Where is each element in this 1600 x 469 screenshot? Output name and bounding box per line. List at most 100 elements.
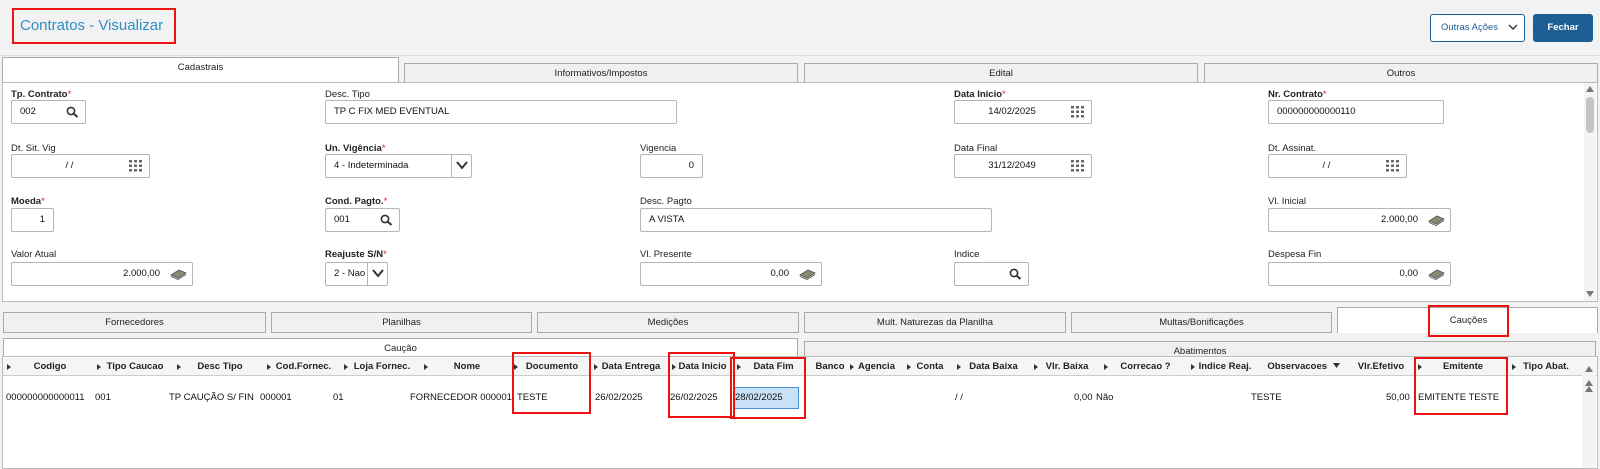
col-data-baixa[interactable]: Data Baixa [955, 358, 1032, 376]
col-tipo-caucao[interactable]: Tipo Caucao [95, 358, 175, 376]
col-banco[interactable]: Banco [812, 358, 848, 376]
calendar-icon[interactable] [1071, 106, 1084, 118]
data-inicio-input[interactable]: 14/02/2025 [954, 100, 1092, 124]
despesa-fin-input[interactable]: 0,00 [1268, 262, 1451, 286]
scroll-down-icon[interactable] [1586, 291, 1594, 297]
tab-planilhas[interactable]: Planilhas [271, 312, 532, 333]
un-vigencia-value: 4 - Indeterminada [334, 160, 409, 171]
tab-edital[interactable]: Edital [804, 63, 1198, 84]
col-loja-fornec[interactable]: Loja Fornec. [342, 358, 422, 376]
col-correcao[interactable]: Correcao ? [1102, 358, 1189, 376]
reajuste-dropdown[interactable] [367, 263, 387, 285]
outras-acoes-label: Outras Ações [1441, 22, 1499, 33]
tp-contrato-input[interactable]: 002 [11, 100, 86, 124]
col-nome[interactable]: Nome [422, 358, 512, 376]
cell-correcao[interactable]: Não [1096, 392, 1113, 403]
desc-tipo-input[interactable]: TP C FIX MED EVENTUAL [325, 100, 677, 124]
form-scrollbar[interactable] [1584, 83, 1596, 301]
tab-caucoes-label: Cauções [1428, 305, 1509, 337]
despesa-fin-label: Despesa Fin [1268, 249, 1322, 260]
dt-assinat-input[interactable]: / / [1268, 154, 1407, 178]
vl-inicial-input[interactable]: 2.000,00 [1268, 208, 1451, 232]
reajuste-select[interactable]: 2 - Nao [325, 262, 388, 286]
moeda-input[interactable]: 1 [11, 208, 54, 232]
calendar-icon[interactable] [129, 160, 142, 172]
cell-data-baixa[interactable]: / / [955, 392, 963, 403]
money-icon[interactable] [1428, 268, 1445, 280]
cond-pagto-value: 001 [334, 214, 350, 225]
scroll-up-icon[interactable] [1585, 386, 1593, 392]
tab-multas-bonificacoes[interactable]: Multas/Bonificações [1071, 312, 1332, 333]
col-arrow-icon [1191, 364, 1195, 370]
reajuste-label: Reajuste S/N* [325, 249, 387, 260]
cell-loja-fornec[interactable]: 01 [333, 392, 344, 403]
vigencia-input[interactable]: 0 [640, 154, 703, 178]
scroll-up-icon[interactable] [1586, 86, 1594, 92]
col-indice-reaj[interactable]: Indice Reaj. [1189, 358, 1261, 376]
grid-scrollbar[interactable] [1582, 363, 1596, 468]
money-icon[interactable] [799, 268, 816, 280]
valor-atual-input[interactable]: 2.000,00 [11, 262, 193, 286]
col-vlr-baixa[interactable]: Vlr. Baixa [1032, 358, 1102, 376]
tab-outros[interactable]: Outros [1204, 63, 1598, 84]
money-icon[interactable] [170, 268, 187, 280]
un-vigencia-dropdown[interactable] [451, 155, 471, 177]
col-observacoes[interactable]: Observacoes [1261, 358, 1346, 376]
search-icon[interactable] [66, 106, 79, 118]
money-icon[interactable] [1428, 214, 1445, 226]
cell-vlr-efetivo[interactable]: 50,00 [1386, 392, 1410, 403]
col-arrow-icon [344, 364, 348, 370]
cell-vlr-baixa[interactable]: 0,00 [1074, 392, 1093, 403]
cell-nome[interactable]: FORNECEDOR 000001 [410, 392, 512, 403]
calendar-icon[interactable] [1386, 160, 1399, 172]
tab-mult-naturezas[interactable]: Mult. Naturezas da Planilha [804, 312, 1066, 333]
col-data-entrega[interactable]: Data Entrega [592, 358, 670, 376]
cell-codigo[interactable]: 000000000000011 [6, 392, 85, 403]
search-icon[interactable] [1009, 268, 1022, 280]
indice-input[interactable] [954, 262, 1029, 286]
col-arrow-icon [267, 364, 271, 370]
page-title: Contratos - Visualizar [12, 8, 176, 44]
tab-cadastrais[interactable]: Cadastrais [2, 57, 399, 83]
outras-acoes-button[interactable]: Outras Ações [1430, 14, 1525, 42]
tab-informativos-impostos[interactable]: Informativos/Impostos [404, 63, 798, 84]
cond-pagto-input[interactable]: 001 [325, 208, 400, 232]
cell-observacoes[interactable]: TESTE [1251, 392, 1282, 403]
tab-caucoes[interactable]: Cauções [1337, 305, 1598, 337]
dt-sit-vig-input[interactable]: / / [11, 154, 150, 178]
cell-tipo-caucao[interactable]: 001 [95, 392, 111, 403]
cell-cod-fornec[interactable]: 000001 [260, 392, 292, 403]
vl-presente-input[interactable]: 0,00 [640, 262, 822, 286]
col-agencia[interactable]: Agencia [848, 358, 905, 376]
nr-contrato-input[interactable]: 000000000000110 [1268, 100, 1444, 124]
fechar-button[interactable]: Fechar [1533, 14, 1593, 42]
tp-contrato-label: Tp. Contrato* [11, 89, 72, 100]
desc-pagto-input[interactable]: A VISTA [640, 208, 992, 232]
col-arrow-icon [97, 364, 101, 370]
scrollbar-thumb[interactable] [1586, 97, 1594, 133]
un-vigencia-label: Un. Vigência* [325, 143, 386, 154]
tab-fornecedores[interactable]: Fornecedores [3, 312, 266, 333]
valor-atual-value: 2.000,00 [123, 268, 160, 279]
search-icon[interactable] [380, 214, 393, 226]
cell-desc-tipo[interactable]: TP CAUÇÃO S/ FIN [169, 392, 254, 403]
col-tipo-abat[interactable]: Tipo Abat. [1510, 358, 1582, 376]
col-cod-fornec[interactable]: Cod.Fornec. [265, 358, 342, 376]
col-conta[interactable]: Conta [905, 358, 955, 376]
scroll-up-icon[interactable] [1585, 366, 1593, 372]
desc-tipo-label: Desc. Tipo [325, 89, 370, 100]
cell-data-entrega[interactable]: 26/02/2025 [595, 392, 643, 403]
data-final-input[interactable]: 31/12/2049 [954, 154, 1092, 178]
chevron-down-icon [372, 269, 384, 278]
dt-assinat-value: / / [1322, 160, 1331, 171]
col-vlr-efetivo[interactable]: Vlr.Efetivo [1346, 358, 1416, 376]
calendar-icon[interactable] [1071, 160, 1084, 172]
un-vigencia-select[interactable]: 4 - Indeterminada [325, 154, 472, 178]
col-arrow-icon [1104, 364, 1108, 370]
col-arrow-icon [594, 364, 598, 370]
col-codigo[interactable]: Codigo [5, 358, 95, 376]
col-arrow-icon [7, 364, 11, 370]
col-desc-tipo[interactable]: Desc Tipo [175, 358, 265, 376]
tab-medicoes[interactable]: Medições [537, 312, 799, 333]
sort-desc-icon[interactable] [1332, 363, 1340, 368]
